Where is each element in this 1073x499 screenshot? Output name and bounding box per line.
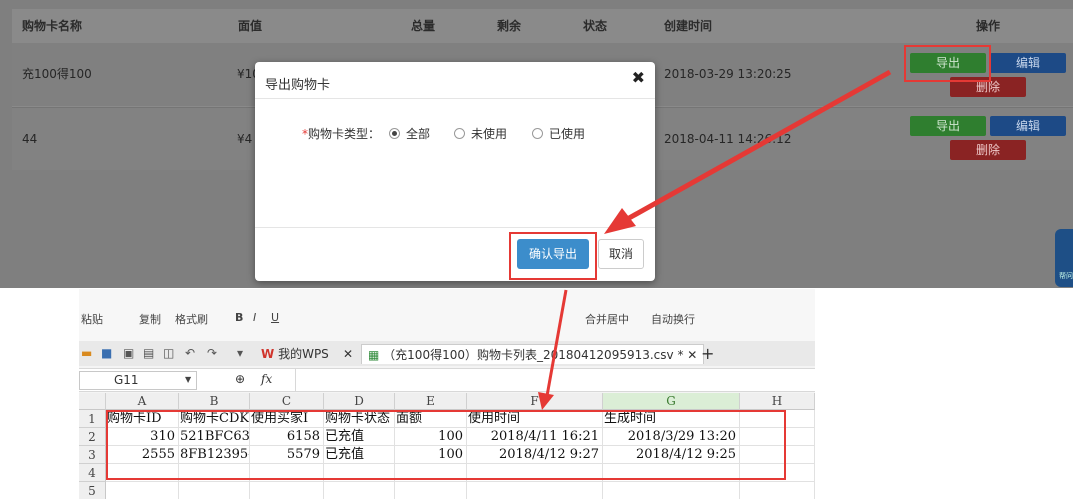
zoom-icon[interactable]: ⊕ — [235, 372, 245, 386]
copy-button[interactable]: 复制 — [139, 311, 161, 327]
row-header-2[interactable]: 2 — [79, 428, 106, 446]
cancel-button[interactable]: 取消 — [598, 239, 644, 269]
empty-cell[interactable] — [467, 482, 603, 499]
radio-used[interactable]: 已使用 — [532, 125, 585, 142]
help-widget[interactable]: 帮问 — [1055, 229, 1073, 287]
help-widget-label: 帮问 — [1059, 272, 1073, 280]
formula-input[interactable] — [295, 369, 815, 391]
dropdown-icon[interactable]: ▾ — [237, 346, 243, 360]
column-header-b[interactable]: B — [179, 393, 250, 410]
column-header-d[interactable]: D — [324, 393, 395, 410]
modal-footer-divider — [255, 227, 655, 228]
radio-unused[interactable]: 未使用 — [454, 125, 507, 142]
radio-unchecked-icon — [454, 128, 465, 139]
card-name: 44 — [22, 132, 38, 146]
name-box[interactable]: G11 — [79, 371, 197, 390]
tab-close-icon[interactable]: ✕ — [687, 348, 697, 362]
col-header-remaining: 剩余 — [497, 19, 522, 33]
col-header-total: 总量 — [411, 19, 436, 33]
redo-icon[interactable]: ↷ — [207, 346, 217, 360]
admin-panel: 购物卡名称 面值 总量 剩余 状态 创建时间 操作 充100得100 ¥10 2… — [0, 0, 1073, 288]
folder-icon[interactable]: ▬ — [81, 346, 92, 360]
fx-icon[interactable]: fx — [261, 372, 272, 386]
col-header-created: 创建时间 — [664, 19, 713, 33]
card-created: 2018-03-29 13:20:25 — [664, 67, 792, 81]
modal-divider — [255, 98, 655, 99]
chevron-down-icon[interactable]: ▼ — [185, 375, 191, 384]
bold-button[interactable]: B — [235, 311, 243, 324]
undo-icon[interactable]: ↶ — [185, 346, 195, 360]
row-header-5[interactable]: 5 — [79, 482, 106, 499]
save-icon[interactable]: ■ — [101, 346, 112, 360]
column-header-a[interactable]: A — [106, 393, 179, 410]
empty-cell[interactable] — [250, 482, 324, 499]
col-header-actions: 操作 — [976, 19, 1001, 33]
column-header-g[interactable]: G — [603, 393, 740, 410]
modal-title: 导出购物卡 — [265, 78, 331, 93]
card-created: 2018-04-11 14:26:12 — [664, 132, 792, 146]
sheet-icon: ▦ — [368, 348, 380, 362]
tab-csv-file[interactable]: ▦ （充100得100）购物卡列表_20180412095913.csv * ✕ — [361, 344, 705, 364]
highlight-box-data — [106, 410, 786, 480]
delete-button[interactable]: 删除 — [950, 140, 1026, 160]
highlight-box-confirm — [509, 232, 597, 280]
empty-cell[interactable] — [179, 482, 250, 499]
empty-cell[interactable] — [603, 482, 740, 499]
column-header-c[interactable]: C — [250, 393, 324, 410]
wrap-text-button[interactable]: 自动换行 — [651, 311, 695, 327]
tab-my-wps[interactable]: W 我的WPS — [261, 344, 329, 364]
col-header-face-value: 面值 — [238, 19, 263, 33]
column-header-h[interactable]: H — [740, 393, 815, 410]
close-icon[interactable]: ✖ — [632, 68, 645, 87]
row-header-1[interactable]: 1 — [79, 410, 106, 428]
edit-button[interactable]: 编辑 — [990, 116, 1066, 136]
radio-checked-icon — [389, 128, 400, 139]
merge-center-button[interactable]: 合并居中 — [585, 311, 629, 327]
card-name: 充100得100 — [22, 67, 92, 81]
format-painter-button[interactable]: 格式刷 — [175, 311, 208, 327]
print-icon[interactable]: ▤ — [143, 346, 154, 360]
card-type-label: *购物卡类型： — [302, 127, 381, 141]
card-face-value: ¥4 — [237, 132, 253, 146]
empty-cell[interactable] — [324, 482, 395, 499]
ribbon: 粘贴 复制 格式刷 B I U 合并居中 自动换行 — [79, 289, 815, 341]
empty-cell[interactable] — [740, 482, 815, 499]
highlight-box-export — [904, 45, 991, 82]
select-all-corner[interactable] — [79, 393, 106, 410]
paste-button[interactable]: 粘贴 — [81, 311, 103, 327]
wps-logo-icon: W — [261, 347, 275, 361]
document-tab-bar: ▬ ■ ▣ ▤ ◫ ↶ ↷ ▾ W 我的WPS ✕ ▦ （充100得100）购物… — [79, 341, 815, 366]
column-header-f[interactable]: F — [467, 393, 603, 410]
radio-unchecked-icon — [532, 128, 543, 139]
new-tab-button[interactable]: + — [701, 344, 714, 364]
formula-bar: G11 ▼ ⊕ fx — [79, 368, 815, 392]
underline-button[interactable]: U — [271, 311, 279, 324]
col-header-name: 购物卡名称 — [22, 19, 83, 33]
edit-button[interactable]: 编辑 — [990, 53, 1066, 73]
print-preview-icon[interactable]: ▣ — [123, 346, 134, 360]
empty-cell[interactable] — [395, 482, 467, 499]
radio-all[interactable]: 全部 — [389, 125, 430, 142]
italic-button[interactable]: I — [253, 311, 256, 324]
export-button[interactable]: 导出 — [910, 116, 986, 136]
col-header-status: 状态 — [583, 19, 608, 33]
preview-icon[interactable]: ◫ — [163, 346, 174, 360]
empty-cell[interactable] — [106, 482, 179, 499]
tab-close-icon[interactable]: ✕ — [343, 344, 353, 364]
row-header-4[interactable]: 4 — [79, 464, 106, 482]
row-header-3[interactable]: 3 — [79, 446, 106, 464]
column-header-e[interactable]: E — [395, 393, 467, 410]
